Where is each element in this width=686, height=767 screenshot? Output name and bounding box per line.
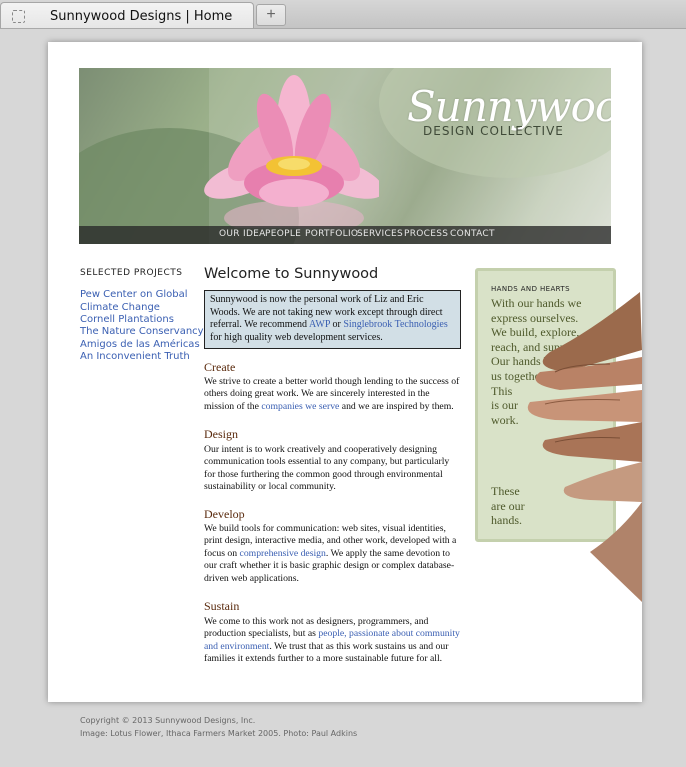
section-sustain-body: We come to this work not as designers, p… [204, 616, 462, 666]
page-title: Welcome to Sunnywood [204, 266, 379, 282]
new-tab-button[interactable]: + [256, 4, 286, 26]
project-link-pew[interactable]: Pew Center on Global [80, 289, 188, 300]
awp-link[interactable]: AWP [309, 319, 330, 330]
selected-projects-heading: SELECTED PROJECTS [80, 268, 183, 278]
section-develop-title: Develop [204, 507, 245, 521]
tab-bar: Sunnywood Designs | Home + [0, 0, 686, 29]
project-link-amigos[interactable]: Amigos de las Américas [80, 339, 200, 350]
header-banner: Sunnywood DESIGN COLLECTIVE OUR IDEA PEO… [79, 68, 611, 244]
comprehensive-design-link[interactable]: comprehensive design [240, 548, 326, 559]
nav-services[interactable]: SERVICES [357, 229, 403, 239]
favicon-icon [12, 10, 25, 23]
stacked-hands-image [527, 292, 642, 602]
photo-credit: Image: Lotus Flower, Ithaca Farmers Mark… [80, 729, 358, 738]
section-develop-body: We build tools for communication: web si… [204, 523, 462, 585]
main-nav: OUR IDEA PEOPLE PORTFOLIO SERVICES PROCE… [79, 226, 611, 244]
project-link-pew-2[interactable]: Climate Change [80, 302, 160, 313]
section-sustain-title: Sustain [204, 599, 240, 613]
notice-text-end: for high quality web development service… [210, 331, 383, 343]
tab-title: Sunnywood Designs | Home [50, 9, 233, 24]
browser-tab[interactable]: Sunnywood Designs | Home [0, 2, 254, 28]
section-design-title: Design [204, 427, 238, 441]
singlebrook-link[interactable]: Singlebrook Technologies [343, 319, 447, 330]
nav-people[interactable]: PEOPLE [265, 229, 301, 239]
lotus-flower-image [204, 75, 379, 228]
companies-link[interactable]: companies we serve [261, 401, 339, 412]
nav-process[interactable]: PROCESS [404, 229, 448, 239]
project-link-cornell[interactable]: Cornell Plantations [80, 314, 174, 325]
section-design-body: Our intent is to work creatively and coo… [204, 444, 450, 493]
logo-subtitle: DESIGN COLLECTIVE [423, 124, 564, 138]
create-text-end: and we are inspired by them. [339, 400, 454, 412]
project-link-nature-conservancy[interactable]: The Nature Conservancy [80, 326, 204, 337]
notice-text-mid: or [330, 319, 344, 331]
notice-box: Sunnywood is now the personal work of Li… [204, 290, 461, 350]
copyright-text: Copyright © 2013 Sunnywood Designs, Inc. [80, 716, 256, 725]
project-link-inconvenient-truth[interactable]: An Inconvenient Truth [80, 351, 190, 362]
nav-contact[interactable]: CONTACT [450, 229, 495, 239]
nav-our-idea[interactable]: OUR IDEA [219, 229, 266, 239]
section-create-body: We strive to create a better world thoug… [204, 376, 462, 413]
section-create-title: Create [204, 360, 236, 374]
nav-portfolio[interactable]: PORTFOLIO [305, 229, 358, 239]
